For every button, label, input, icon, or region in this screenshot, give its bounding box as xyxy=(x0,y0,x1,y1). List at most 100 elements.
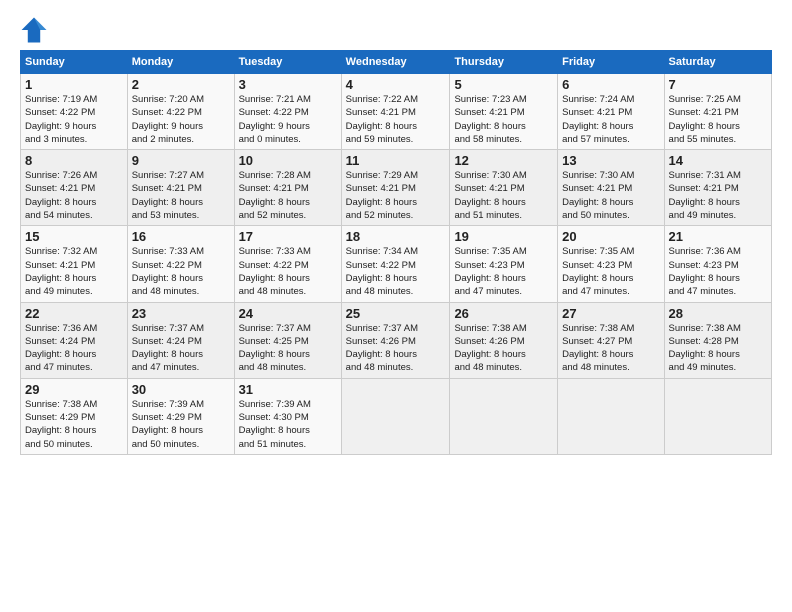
day-number: 3 xyxy=(239,77,337,92)
day-number: 18 xyxy=(346,229,446,244)
calendar-week-row: 29Sunrise: 7:38 AM Sunset: 4:29 PM Dayli… xyxy=(21,378,772,454)
calendar-cell: 14Sunrise: 7:31 AM Sunset: 4:21 PM Dayli… xyxy=(664,150,771,226)
calendar-cell: 18Sunrise: 7:34 AM Sunset: 4:22 PM Dayli… xyxy=(341,226,450,302)
calendar-cell: 6Sunrise: 7:24 AM Sunset: 4:21 PM Daylig… xyxy=(558,74,664,150)
calendar-header-wednesday: Wednesday xyxy=(341,51,450,74)
day-info: Sunrise: 7:24 AM Sunset: 4:21 PM Dayligh… xyxy=(562,93,659,146)
day-info: Sunrise: 7:38 AM Sunset: 4:27 PM Dayligh… xyxy=(562,322,659,375)
day-info: Sunrise: 7:36 AM Sunset: 4:23 PM Dayligh… xyxy=(669,245,767,298)
day-info: Sunrise: 7:32 AM Sunset: 4:21 PM Dayligh… xyxy=(25,245,123,298)
day-number: 9 xyxy=(132,153,230,168)
calendar-cell: 28Sunrise: 7:38 AM Sunset: 4:28 PM Dayli… xyxy=(664,302,771,378)
day-number: 17 xyxy=(239,229,337,244)
day-number: 27 xyxy=(562,306,659,321)
day-info: Sunrise: 7:37 AM Sunset: 4:26 PM Dayligh… xyxy=(346,322,446,375)
calendar-cell xyxy=(450,378,558,454)
calendar-cell: 13Sunrise: 7:30 AM Sunset: 4:21 PM Dayli… xyxy=(558,150,664,226)
day-info: Sunrise: 7:25 AM Sunset: 4:21 PM Dayligh… xyxy=(669,93,767,146)
day-number: 6 xyxy=(562,77,659,92)
day-info: Sunrise: 7:38 AM Sunset: 4:28 PM Dayligh… xyxy=(669,322,767,375)
calendar-cell: 9Sunrise: 7:27 AM Sunset: 4:21 PM Daylig… xyxy=(127,150,234,226)
day-info: Sunrise: 7:27 AM Sunset: 4:21 PM Dayligh… xyxy=(132,169,230,222)
calendar-header-saturday: Saturday xyxy=(664,51,771,74)
calendar-cell: 17Sunrise: 7:33 AM Sunset: 4:22 PM Dayli… xyxy=(234,226,341,302)
day-number: 11 xyxy=(346,153,446,168)
logo xyxy=(20,16,52,44)
calendar-header-tuesday: Tuesday xyxy=(234,51,341,74)
calendar-cell: 25Sunrise: 7:37 AM Sunset: 4:26 PM Dayli… xyxy=(341,302,450,378)
day-info: Sunrise: 7:33 AM Sunset: 4:22 PM Dayligh… xyxy=(132,245,230,298)
day-info: Sunrise: 7:34 AM Sunset: 4:22 PM Dayligh… xyxy=(346,245,446,298)
day-info: Sunrise: 7:38 AM Sunset: 4:26 PM Dayligh… xyxy=(454,322,553,375)
calendar-cell: 5Sunrise: 7:23 AM Sunset: 4:21 PM Daylig… xyxy=(450,74,558,150)
day-info: Sunrise: 7:37 AM Sunset: 4:25 PM Dayligh… xyxy=(239,322,337,375)
calendar-week-row: 15Sunrise: 7:32 AM Sunset: 4:21 PM Dayli… xyxy=(21,226,772,302)
day-number: 26 xyxy=(454,306,553,321)
day-number: 15 xyxy=(25,229,123,244)
calendar-table: SundayMondayTuesdayWednesdayThursdayFrid… xyxy=(20,50,772,455)
day-info: Sunrise: 7:31 AM Sunset: 4:21 PM Dayligh… xyxy=(669,169,767,222)
day-number: 10 xyxy=(239,153,337,168)
day-number: 7 xyxy=(669,77,767,92)
calendar-cell xyxy=(558,378,664,454)
calendar-cell: 31Sunrise: 7:39 AM Sunset: 4:30 PM Dayli… xyxy=(234,378,341,454)
day-number: 28 xyxy=(669,306,767,321)
day-info: Sunrise: 7:38 AM Sunset: 4:29 PM Dayligh… xyxy=(25,398,123,451)
calendar-cell: 22Sunrise: 7:36 AM Sunset: 4:24 PM Dayli… xyxy=(21,302,128,378)
calendar-cell: 12Sunrise: 7:30 AM Sunset: 4:21 PM Dayli… xyxy=(450,150,558,226)
calendar-cell: 3Sunrise: 7:21 AM Sunset: 4:22 PM Daylig… xyxy=(234,74,341,150)
calendar-cell: 21Sunrise: 7:36 AM Sunset: 4:23 PM Dayli… xyxy=(664,226,771,302)
calendar-week-row: 8Sunrise: 7:26 AM Sunset: 4:21 PM Daylig… xyxy=(21,150,772,226)
day-number: 24 xyxy=(239,306,337,321)
day-info: Sunrise: 7:26 AM Sunset: 4:21 PM Dayligh… xyxy=(25,169,123,222)
calendar-header-thursday: Thursday xyxy=(450,51,558,74)
day-number: 16 xyxy=(132,229,230,244)
day-info: Sunrise: 7:36 AM Sunset: 4:24 PM Dayligh… xyxy=(25,322,123,375)
header-area xyxy=(20,16,772,44)
calendar-header-sunday: Sunday xyxy=(21,51,128,74)
calendar-cell: 4Sunrise: 7:22 AM Sunset: 4:21 PM Daylig… xyxy=(341,74,450,150)
day-number: 31 xyxy=(239,382,337,397)
day-info: Sunrise: 7:39 AM Sunset: 4:30 PM Dayligh… xyxy=(239,398,337,451)
day-number: 20 xyxy=(562,229,659,244)
calendar-cell: 23Sunrise: 7:37 AM Sunset: 4:24 PM Dayli… xyxy=(127,302,234,378)
page: SundayMondayTuesdayWednesdayThursdayFrid… xyxy=(0,0,792,612)
day-info: Sunrise: 7:33 AM Sunset: 4:22 PM Dayligh… xyxy=(239,245,337,298)
calendar-cell: 11Sunrise: 7:29 AM Sunset: 4:21 PM Dayli… xyxy=(341,150,450,226)
day-info: Sunrise: 7:35 AM Sunset: 4:23 PM Dayligh… xyxy=(562,245,659,298)
calendar-cell: 26Sunrise: 7:38 AM Sunset: 4:26 PM Dayli… xyxy=(450,302,558,378)
day-info: Sunrise: 7:21 AM Sunset: 4:22 PM Dayligh… xyxy=(239,93,337,146)
calendar-cell xyxy=(341,378,450,454)
calendar-cell: 27Sunrise: 7:38 AM Sunset: 4:27 PM Dayli… xyxy=(558,302,664,378)
calendar-header-friday: Friday xyxy=(558,51,664,74)
calendar-week-row: 1Sunrise: 7:19 AM Sunset: 4:22 PM Daylig… xyxy=(21,74,772,150)
day-info: Sunrise: 7:37 AM Sunset: 4:24 PM Dayligh… xyxy=(132,322,230,375)
day-info: Sunrise: 7:20 AM Sunset: 4:22 PM Dayligh… xyxy=(132,93,230,146)
calendar-cell: 10Sunrise: 7:28 AM Sunset: 4:21 PM Dayli… xyxy=(234,150,341,226)
day-number: 8 xyxy=(25,153,123,168)
day-info: Sunrise: 7:30 AM Sunset: 4:21 PM Dayligh… xyxy=(454,169,553,222)
calendar-cell: 8Sunrise: 7:26 AM Sunset: 4:21 PM Daylig… xyxy=(21,150,128,226)
calendar-cell: 15Sunrise: 7:32 AM Sunset: 4:21 PM Dayli… xyxy=(21,226,128,302)
calendar-cell: 7Sunrise: 7:25 AM Sunset: 4:21 PM Daylig… xyxy=(664,74,771,150)
day-info: Sunrise: 7:29 AM Sunset: 4:21 PM Dayligh… xyxy=(346,169,446,222)
calendar-cell: 20Sunrise: 7:35 AM Sunset: 4:23 PM Dayli… xyxy=(558,226,664,302)
day-number: 4 xyxy=(346,77,446,92)
day-number: 5 xyxy=(454,77,553,92)
calendar-cell: 1Sunrise: 7:19 AM Sunset: 4:22 PM Daylig… xyxy=(21,74,128,150)
day-number: 14 xyxy=(669,153,767,168)
day-number: 22 xyxy=(25,306,123,321)
calendar-cell: 2Sunrise: 7:20 AM Sunset: 4:22 PM Daylig… xyxy=(127,74,234,150)
day-info: Sunrise: 7:35 AM Sunset: 4:23 PM Dayligh… xyxy=(454,245,553,298)
day-number: 2 xyxy=(132,77,230,92)
calendar-cell: 19Sunrise: 7:35 AM Sunset: 4:23 PM Dayli… xyxy=(450,226,558,302)
day-number: 13 xyxy=(562,153,659,168)
day-number: 12 xyxy=(454,153,553,168)
calendar-cell: 29Sunrise: 7:38 AM Sunset: 4:29 PM Dayli… xyxy=(21,378,128,454)
logo-icon xyxy=(20,16,48,44)
day-number: 19 xyxy=(454,229,553,244)
calendar-header-row: SundayMondayTuesdayWednesdayThursdayFrid… xyxy=(21,51,772,74)
day-number: 23 xyxy=(132,306,230,321)
calendar-cell: 30Sunrise: 7:39 AM Sunset: 4:29 PM Dayli… xyxy=(127,378,234,454)
calendar-week-row: 22Sunrise: 7:36 AM Sunset: 4:24 PM Dayli… xyxy=(21,302,772,378)
